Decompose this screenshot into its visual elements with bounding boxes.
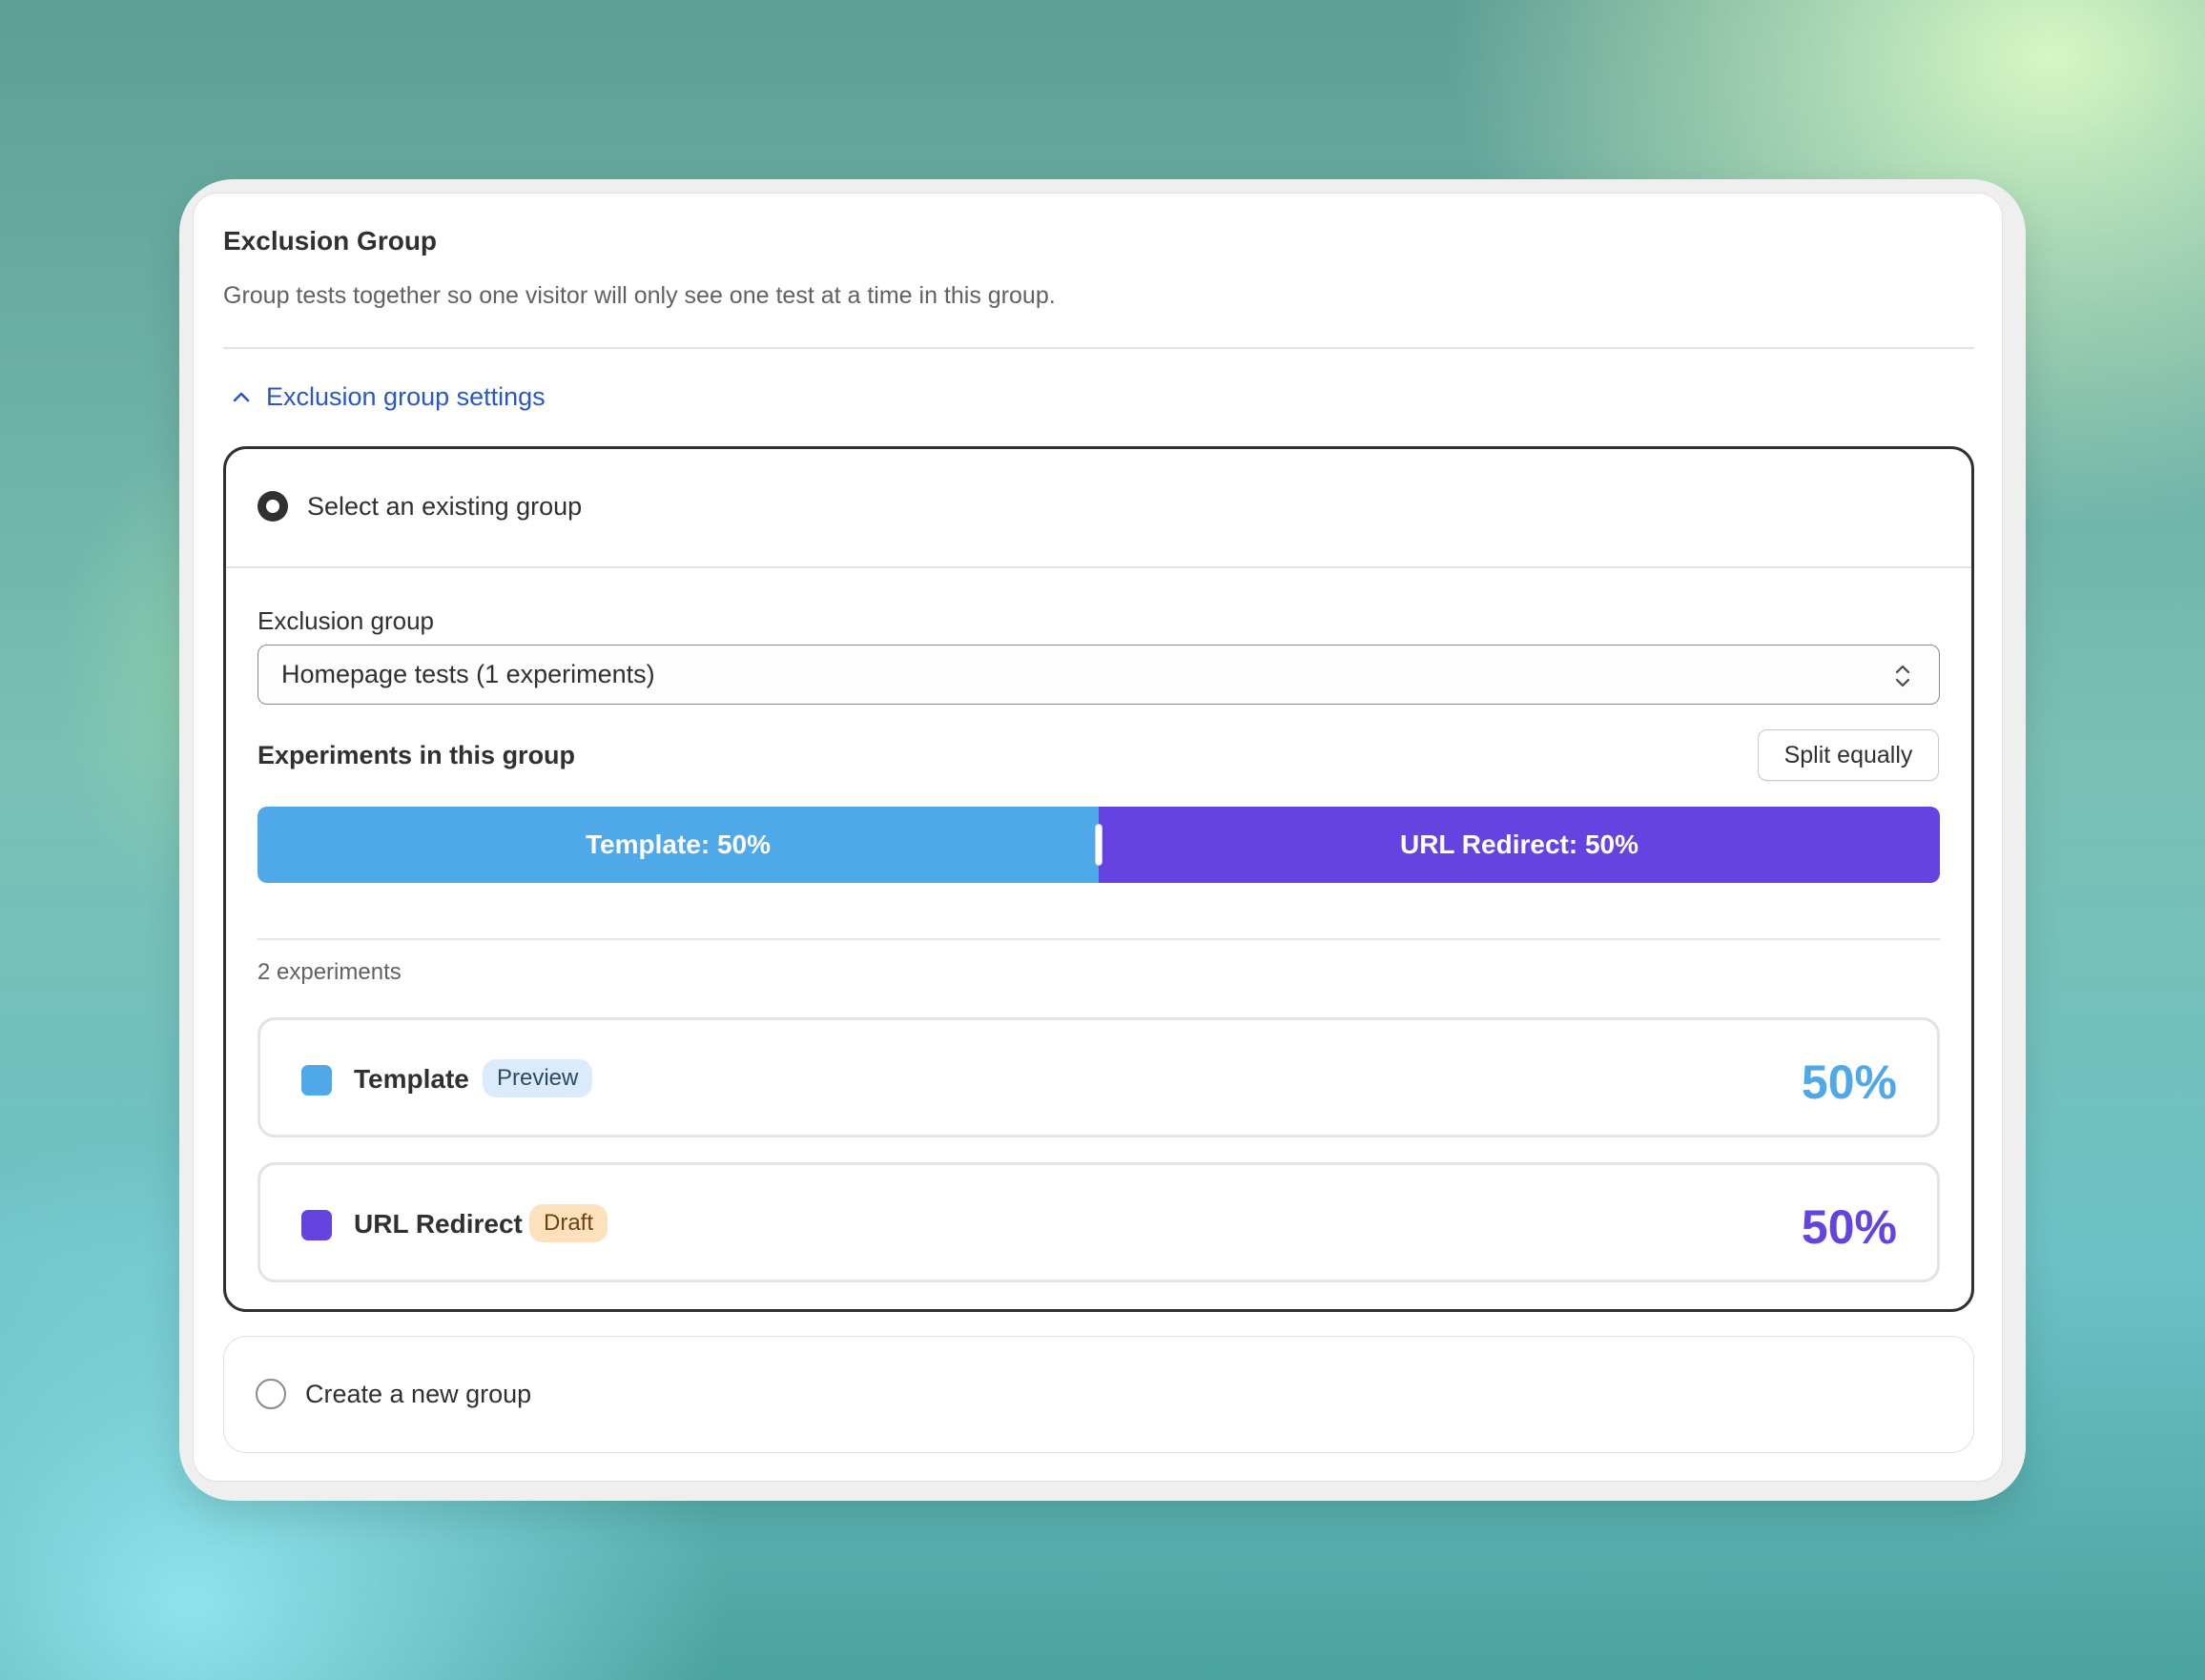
- section-divider: [258, 938, 1940, 940]
- header-divider: [223, 347, 1974, 349]
- new-group-radio-label: Create a new group: [305, 1379, 532, 1408]
- allocation-segment: Template: 50%: [258, 807, 1099, 883]
- new-group-radio-row[interactable]: Create a new group: [256, 1379, 531, 1409]
- experiment-percent: 50%: [1801, 1200, 1897, 1254]
- experiment-name: URL Redirect: [354, 1209, 523, 1239]
- split-equally-button[interactable]: Split equally: [1758, 729, 1939, 781]
- panel-description: Group tests together so one visitor will…: [223, 282, 1056, 309]
- experiment-card-template[interactable]: Template Preview 50%: [258, 1017, 1940, 1137]
- chevron-up-icon: [233, 392, 250, 401]
- allocation-drag-handle[interactable]: [1095, 824, 1102, 866]
- experiment-card-url-redirect[interactable]: URL Redirect Draft 50%: [258, 1162, 1940, 1282]
- experiment-name: Template: [354, 1064, 469, 1094]
- experiment-status-badge: Preview: [483, 1059, 593, 1097]
- existing-group-radio-row[interactable]: Select an existing group: [258, 491, 582, 522]
- experiment-color-swatch: [301, 1065, 332, 1096]
- experiment-percent: 50%: [1801, 1055, 1897, 1109]
- existing-group-radio-label: Select an existing group: [307, 491, 583, 521]
- exclusion-group-card: Exclusion Group Group tests together so …: [193, 193, 2003, 1482]
- existing-group-radio[interactable]: [258, 491, 288, 522]
- exclusion-group-label: Exclusion group: [258, 606, 434, 635]
- experiment-status-badge: Draft: [529, 1204, 608, 1242]
- select-updown-icon: [1895, 665, 1910, 687]
- existing-group-option: Select an existing group Exclusion group…: [223, 446, 1974, 1312]
- panel-title: Exclusion Group: [223, 226, 438, 256]
- exclusion-group-select-value: Homepage tests (1 experiments): [281, 660, 655, 688]
- exclusion-group-select[interactable]: Homepage tests (1 experiments): [258, 645, 1940, 705]
- experiment-color-swatch: [301, 1210, 332, 1240]
- exclusion-settings-toggle[interactable]: Exclusion group settings: [230, 382, 546, 412]
- allocation-segment: URL Redirect: 50%: [1099, 807, 1940, 883]
- new-group-option[interactable]: Create a new group: [223, 1336, 1974, 1453]
- experiments-count: 2 experiments: [258, 959, 402, 985]
- new-group-radio[interactable]: [256, 1379, 286, 1409]
- exclusion-settings-toggle-label: Exclusion group settings: [266, 382, 546, 411]
- option-divider: [226, 566, 1971, 568]
- experiments-section-title: Experiments in this group: [258, 741, 576, 769]
